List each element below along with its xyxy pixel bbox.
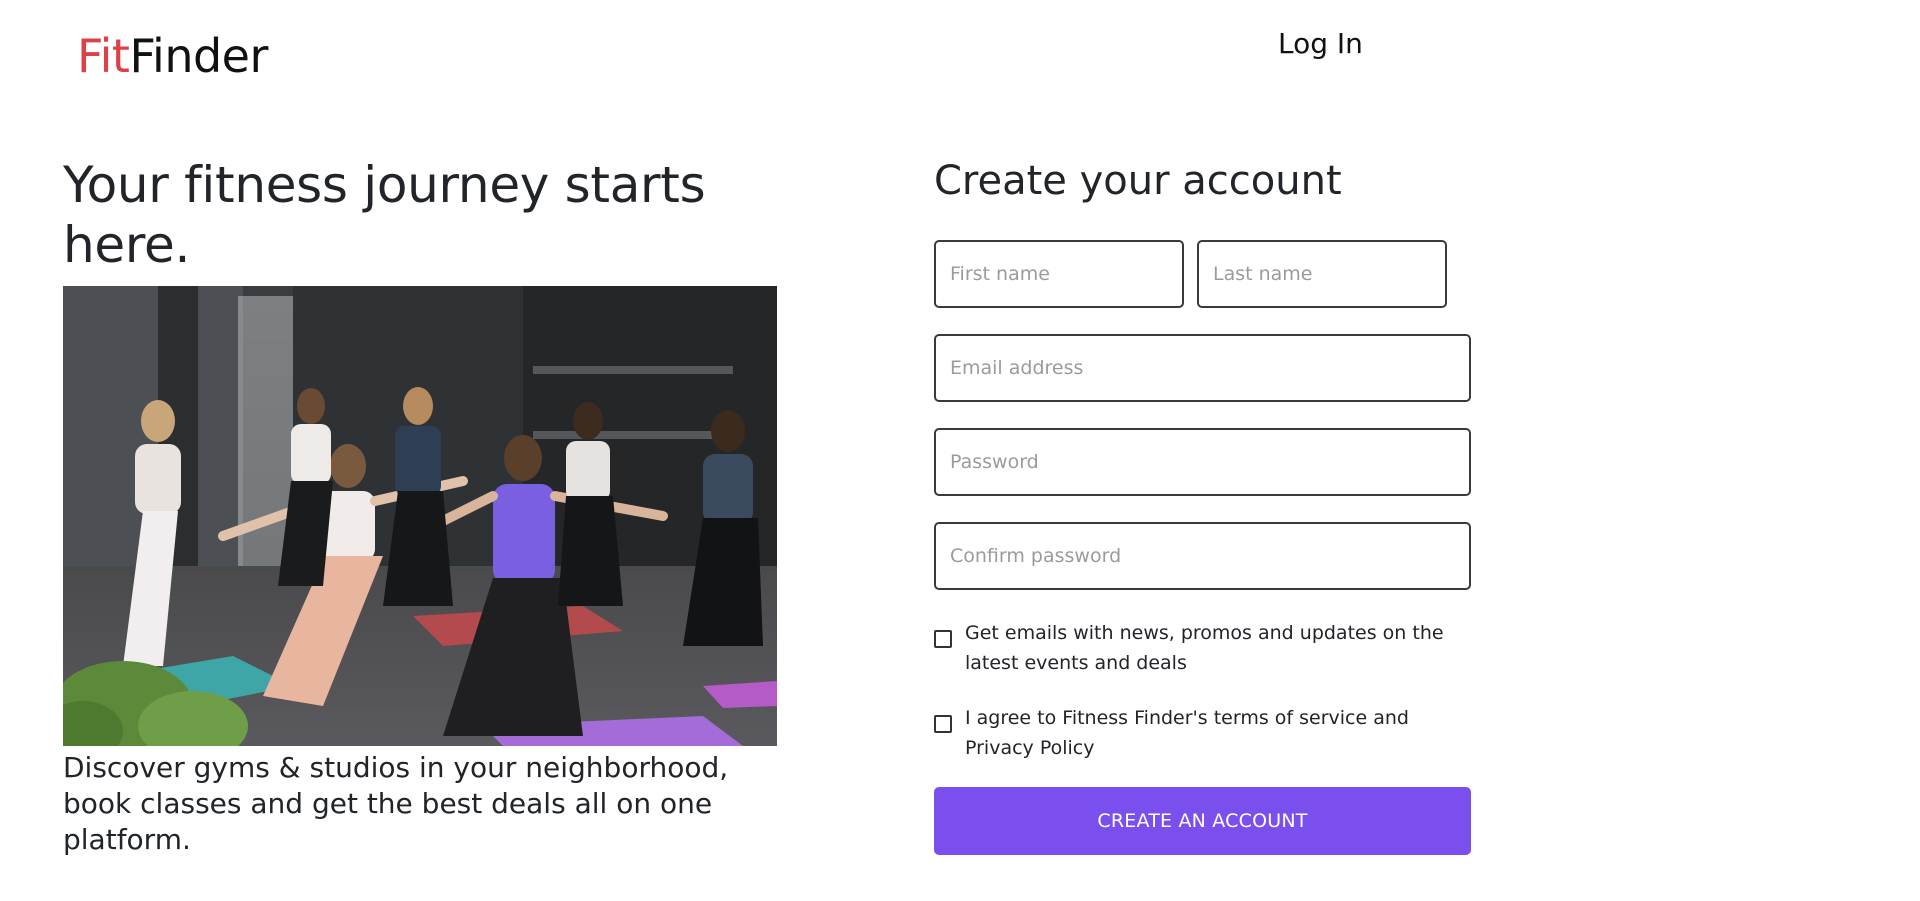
last-name-input[interactable] bbox=[1197, 240, 1447, 308]
email-input[interactable] bbox=[934, 334, 1471, 402]
logo-fit-text: Fit bbox=[77, 29, 130, 83]
form-title: Create your account bbox=[934, 158, 1342, 204]
terms-checkbox[interactable] bbox=[934, 715, 952, 733]
terms-option: I agree to Fitness Finder's terms of ser… bbox=[934, 703, 1471, 763]
first-name-input[interactable] bbox=[934, 240, 1184, 308]
confirm-password-input[interactable] bbox=[934, 522, 1471, 590]
yoga-class-illustration bbox=[63, 286, 777, 746]
login-link[interactable]: Log In bbox=[1278, 22, 1363, 66]
newsletter-checkbox[interactable] bbox=[934, 630, 952, 648]
newsletter-label[interactable]: Get emails with news, promos and updates… bbox=[965, 618, 1471, 678]
terms-label[interactable]: I agree to Fitness Finder's terms of ser… bbox=[965, 703, 1471, 763]
hero-caption: Discover gyms & studios in your neighbor… bbox=[63, 751, 729, 856]
password-input[interactable] bbox=[934, 428, 1471, 496]
fitfinder-logo[interactable]: FitFinder bbox=[77, 24, 268, 88]
create-account-button[interactable]: CREATE AN ACCOUNT bbox=[934, 787, 1471, 855]
logo-finder-text: Finder bbox=[129, 29, 268, 83]
hero-title: Your fitness journey starts here. bbox=[63, 156, 706, 274]
newsletter-option: Get emails with news, promos and updates… bbox=[934, 618, 1471, 678]
yoga-class-photo bbox=[63, 286, 777, 746]
